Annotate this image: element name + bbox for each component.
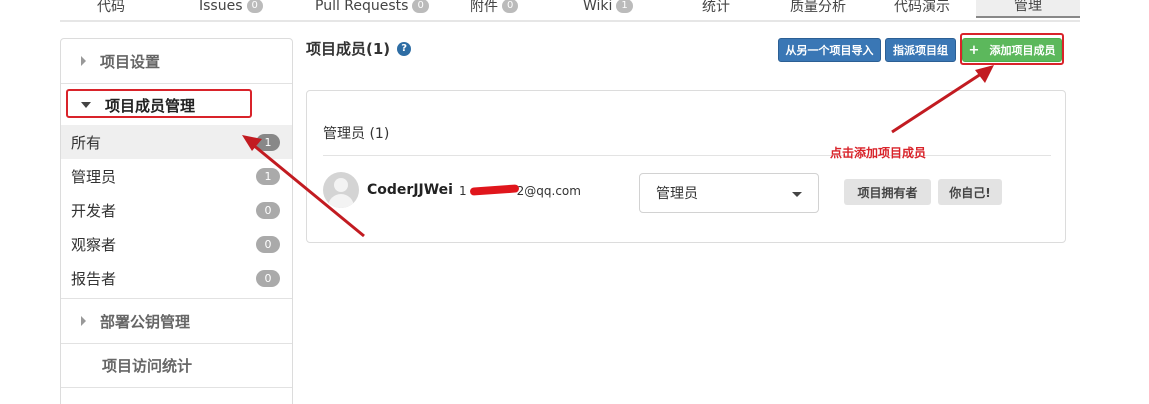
member-email-suffix: 2@qq.com [516, 184, 581, 198]
tab-issues[interactable]: Issues 0 [199, 0, 263, 18]
caret-right-icon [81, 316, 86, 326]
tab-count-badge: 0 [412, 0, 429, 13]
avatar-body-shape [328, 194, 354, 208]
tab-statistics[interactable]: 统计 [702, 0, 730, 18]
sidebar-role-observer[interactable]: 观察者 0 [61, 227, 292, 261]
sidebar-item-project-settings[interactable]: 项目设置 [61, 39, 292, 83]
member-email-prefix: 1 [459, 184, 467, 198]
role-count-badge: 0 [256, 270, 280, 287]
tab-code-demo[interactable]: 代码演示 [894, 0, 950, 18]
sidebar-item-access-stats[interactable]: 项目访问统计 [61, 343, 292, 387]
sidebar-role-admin[interactable]: 管理员 1 [61, 159, 292, 193]
tab-quality-analysis[interactable]: 质量分析 [790, 0, 846, 18]
sidebar-item-member-management[interactable]: 项目成员管理 [61, 83, 292, 127]
members-panel: 管理员 (1) CoderJJWei 1 2@qq.com 管理员 项目拥有者 你… [306, 90, 1066, 243]
tab-management[interactable]: 管理 [976, 0, 1080, 18]
caret-down-icon [81, 102, 91, 108]
role-count-badge: 1 [256, 134, 280, 151]
add-member-button[interactable]: + 添加项目成员 [962, 38, 1062, 62]
sidebar-item-deploy-keys[interactable]: 部署公钥管理 [61, 299, 292, 343]
help-icon[interactable]: ? [397, 41, 412, 56]
assign-group-button[interactable]: 指派项目组 [885, 38, 956, 62]
role-group-title: 管理员 (1) [323, 126, 390, 142]
annotation-note: 点击添加项目成员 [830, 146, 927, 160]
project-tab-bar: 代码 Issues 0 Pull Requests 0 附件 0 Wiki 1 统计 质… [60, 0, 1080, 22]
sidebar-role-reporter[interactable]: 报告者 0 [61, 261, 292, 295]
tab-count-badge: 0 [502, 0, 519, 13]
role-count-badge: 1 [256, 168, 280, 185]
avatar-head-shape [334, 178, 348, 192]
plus-icon: + [968, 42, 980, 58]
member-role-select[interactable]: 管理员 [639, 173, 819, 213]
settings-sidebar: 项目设置 项目成员管理 所有 1 管理员 1 开发者 0 观察者 0 报告者 0… [60, 38, 293, 404]
sidebar-divider [61, 387, 292, 388]
sidebar-role-all[interactable]: 所有 1 [61, 125, 292, 159]
panel-divider [323, 155, 1051, 156]
role-count-badge: 0 [256, 202, 280, 219]
tab-attachments[interactable]: 附件 0 [470, 0, 519, 18]
role-count-badge: 0 [256, 236, 280, 253]
sidebar-role-developer[interactable]: 开发者 0 [61, 193, 292, 227]
tab-wiki[interactable]: Wiki 1 [583, 0, 633, 18]
tab-code[interactable]: 代码 [97, 0, 125, 18]
member-name: CoderJJWei [367, 182, 453, 198]
owner-tag: 项目拥有者 [844, 179, 931, 205]
page-title: 项目成员(1) ? [306, 38, 412, 59]
yourself-tag: 你自己! [938, 179, 1002, 205]
chevron-down-icon [792, 192, 802, 197]
tab-count-badge: 1 [616, 0, 633, 13]
tab-count-badge: 0 [246, 0, 263, 13]
import-from-project-button[interactable]: 从另一个项目导入 [778, 38, 881, 62]
tab-pull-requests[interactable]: Pull Requests 0 [315, 0, 429, 18]
caret-right-icon [81, 56, 86, 66]
avatar [323, 172, 359, 208]
